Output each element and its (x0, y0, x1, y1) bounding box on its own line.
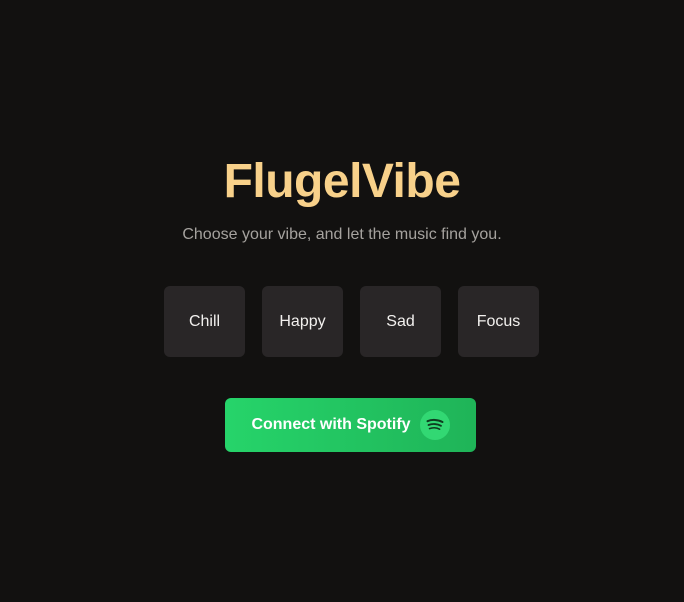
connect-spotify-button[interactable]: Connect with Spotify (225, 398, 476, 452)
mood-button-chill[interactable]: Chill (164, 286, 245, 357)
mood-button-sad[interactable]: Sad (360, 286, 441, 357)
mood-label: Chill (188, 312, 221, 330)
mood-options: Chill Happy Sad Focus (164, 286, 539, 357)
app-subtitle: Choose your vibe, and let the music find… (182, 226, 502, 243)
mood-button-happy[interactable]: Happy (262, 286, 343, 357)
app-root: FlugelVibe Choose your vibe, and let the… (0, 0, 684, 602)
mood-button-focus[interactable]: Focus (458, 286, 539, 357)
spotify-icon (419, 410, 450, 440)
mood-label: Sad (386, 312, 415, 330)
app-title: FlugelVibe (223, 155, 461, 208)
connect-spotify-label: Connect with Spotify (251, 416, 411, 433)
mood-label: Happy (279, 312, 326, 330)
mood-label: Focus (476, 312, 521, 330)
